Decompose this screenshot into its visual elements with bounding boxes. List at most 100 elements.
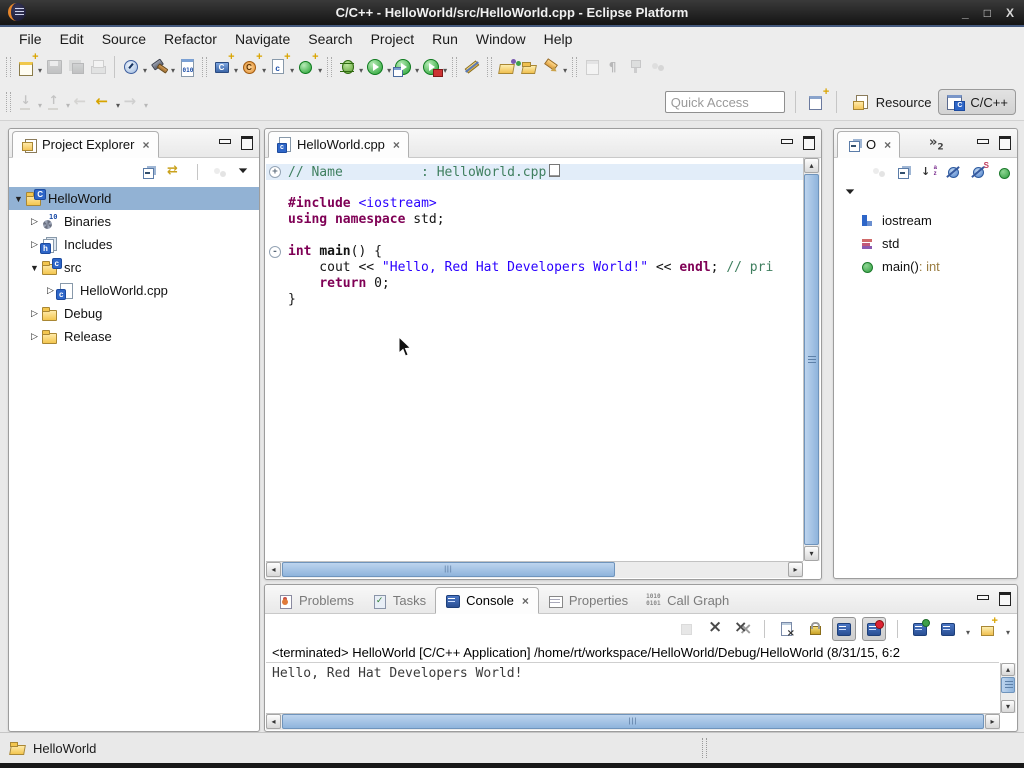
- menu-item-source[interactable]: Source: [93, 29, 155, 49]
- chevron-down-icon[interactable]: ▾: [234, 66, 238, 75]
- build-button[interactable]: [148, 54, 170, 80]
- fold-toggle-icon[interactable]: +: [269, 166, 281, 178]
- menu-item-edit[interactable]: Edit: [51, 29, 93, 49]
- open-perspective-button[interactable]: [806, 89, 828, 115]
- scrollbar-thumb[interactable]: [804, 174, 819, 545]
- display-console-button[interactable]: [937, 618, 959, 640]
- remove-all-launches-button[interactable]: [731, 618, 753, 640]
- minimize-panel-icon[interactable]: [219, 136, 231, 150]
- console-output[interactable]: Hello, Red Hat Developers World!: [266, 663, 1000, 713]
- code-line-7[interactable]: cout << "Hello, Red Hat Developers World…: [266, 260, 803, 276]
- chevron-down-icon[interactable]: ▾: [415, 66, 419, 75]
- tree-item-binaries[interactable]: ▷Binaries: [9, 210, 259, 233]
- chevron-down-icon[interactable]: ▾: [290, 66, 294, 75]
- menu-item-search[interactable]: Search: [299, 29, 361, 49]
- clear-console-button[interactable]: [776, 618, 798, 640]
- chevron-down-icon[interactable]: ▾: [38, 101, 42, 110]
- scroll-lock-button[interactable]: [804, 618, 826, 640]
- scroll-up-icon[interactable]: ▴: [804, 158, 819, 173]
- menu-item-run[interactable]: Run: [423, 29, 467, 49]
- sort-icon[interactable]: [920, 164, 938, 180]
- toolbar-grip[interactable]: [487, 57, 492, 77]
- scroll-up-icon[interactable]: ▴: [1001, 663, 1015, 676]
- focus-task-icon[interactable]: [211, 164, 229, 180]
- console-horizontal-scrollbar[interactable]: ◂ ||| ▸: [266, 713, 1000, 730]
- hide-non-public-icon[interactable]: [995, 164, 1013, 180]
- code-line-2[interactable]: [266, 180, 803, 196]
- tab-properties[interactable]: Properties: [539, 587, 637, 614]
- view-menu-icon[interactable]: [844, 185, 862, 201]
- maximize-panel-icon[interactable]: [999, 592, 1011, 606]
- outline-item-std[interactable]: std: [834, 232, 1017, 255]
- menu-item-navigate[interactable]: Navigate: [226, 29, 299, 49]
- print-button[interactable]: [87, 54, 109, 80]
- view-menu-icon[interactable]: [237, 164, 255, 180]
- minimize-icon[interactable]: _: [962, 6, 969, 20]
- tab-console[interactable]: Console: [435, 587, 539, 614]
- remove-launch-button[interactable]: [703, 618, 725, 640]
- tree-item-helloworld[interactable]: ▼CHelloWorld: [9, 187, 259, 210]
- perspective-resource-button[interactable]: Resource: [845, 90, 939, 114]
- pin-console-button[interactable]: [909, 618, 931, 640]
- chevron-down-icon[interactable]: ▾: [966, 628, 970, 637]
- scroll-right-icon[interactable]: ▸: [788, 562, 803, 577]
- toolbar-grip[interactable]: [6, 92, 11, 112]
- menu-item-file[interactable]: File: [10, 29, 51, 49]
- collapsed-arrow-icon[interactable]: ▷: [27, 308, 42, 319]
- maximize-panel-icon[interactable]: [241, 136, 253, 150]
- chevron-down-icon[interactable]: ▾: [563, 66, 567, 75]
- format-button[interactable]: [625, 54, 647, 80]
- run-history-button[interactable]: [392, 54, 414, 80]
- collapse-all-icon[interactable]: [895, 164, 913, 180]
- expanded-arrow-icon[interactable]: ▼: [11, 194, 26, 204]
- scroll-down-icon[interactable]: ▾: [1001, 700, 1015, 713]
- show-source-button[interactable]: [581, 54, 603, 80]
- chevron-down-icon[interactable]: ▾: [143, 66, 147, 75]
- chevron-down-icon[interactable]: ▾: [359, 66, 363, 75]
- tab-helloworld-cpp[interactable]: HelloWorld.cpp: [268, 131, 409, 158]
- show-stderr-button[interactable]: [862, 617, 886, 641]
- binary-button[interactable]: [176, 54, 198, 80]
- collapse-all-icon[interactable]: [140, 164, 158, 180]
- save-all-button[interactable]: [65, 54, 87, 80]
- code-line-5[interactable]: [266, 228, 803, 244]
- console-vertical-scrollbar[interactable]: ▴ ▾: [1000, 663, 1016, 713]
- new-button[interactable]: [15, 54, 37, 80]
- last-edit-location-button[interactable]: [15, 89, 37, 115]
- scrollbar-thumb[interactable]: |||: [282, 562, 615, 577]
- menu-item-refactor[interactable]: Refactor: [155, 29, 226, 49]
- fold-toggle-icon[interactable]: -: [269, 246, 281, 258]
- tree-item-debug[interactable]: ▷Debug: [9, 302, 259, 325]
- maximize-panel-icon[interactable]: [999, 136, 1011, 150]
- close-tab-icon[interactable]: [393, 138, 400, 152]
- open-folder-button[interactable]: [518, 54, 540, 80]
- minimize-panel-icon[interactable]: [977, 592, 989, 606]
- show-stdout-button[interactable]: [832, 617, 856, 641]
- link-with-editor-icon[interactable]: [166, 164, 184, 180]
- expanded-arrow-icon[interactable]: ▼: [27, 263, 42, 273]
- tree-item-src[interactable]: ▼csrc: [9, 256, 259, 279]
- editor-vertical-scrollbar[interactable]: ▴ ▾: [803, 158, 820, 561]
- maximize-panel-icon[interactable]: [803, 136, 815, 150]
- code-line-4[interactable]: using namespace std;: [266, 212, 803, 228]
- menu-item-project[interactable]: Project: [362, 29, 424, 49]
- code-line-3[interactable]: #include <iostream>: [266, 196, 803, 212]
- outline-item-iostream[interactable]: iostream: [834, 209, 1017, 232]
- tree-item-release[interactable]: ▷Release: [9, 325, 259, 348]
- code-line-1[interactable]: +// Name : HelloWorld.cpp: [266, 164, 803, 180]
- back-button[interactable]: [93, 89, 115, 115]
- next-edit-location-button[interactable]: [43, 89, 65, 115]
- toolbar-grip[interactable]: [327, 57, 332, 77]
- toolbar-grip[interactable]: [202, 57, 207, 77]
- tree-item-helloworld-cpp[interactable]: ▷cHelloWorld.cpp: [9, 279, 259, 302]
- back-disabled-button[interactable]: [71, 89, 93, 115]
- new-source-file-button[interactable]: [267, 54, 289, 80]
- maximize-icon[interactable]: □: [984, 6, 991, 20]
- chevron-down-icon[interactable]: ▾: [387, 66, 391, 75]
- hide-static-members-icon[interactable]: S: [970, 164, 988, 180]
- editor-horizontal-scrollbar[interactable]: ◂ ||| ▸: [266, 561, 803, 578]
- open-console-button[interactable]: [977, 618, 999, 640]
- toolbar-grip[interactable]: [6, 57, 11, 77]
- close-tab-icon[interactable]: [142, 138, 149, 152]
- code-line-9[interactable]: }: [266, 292, 803, 308]
